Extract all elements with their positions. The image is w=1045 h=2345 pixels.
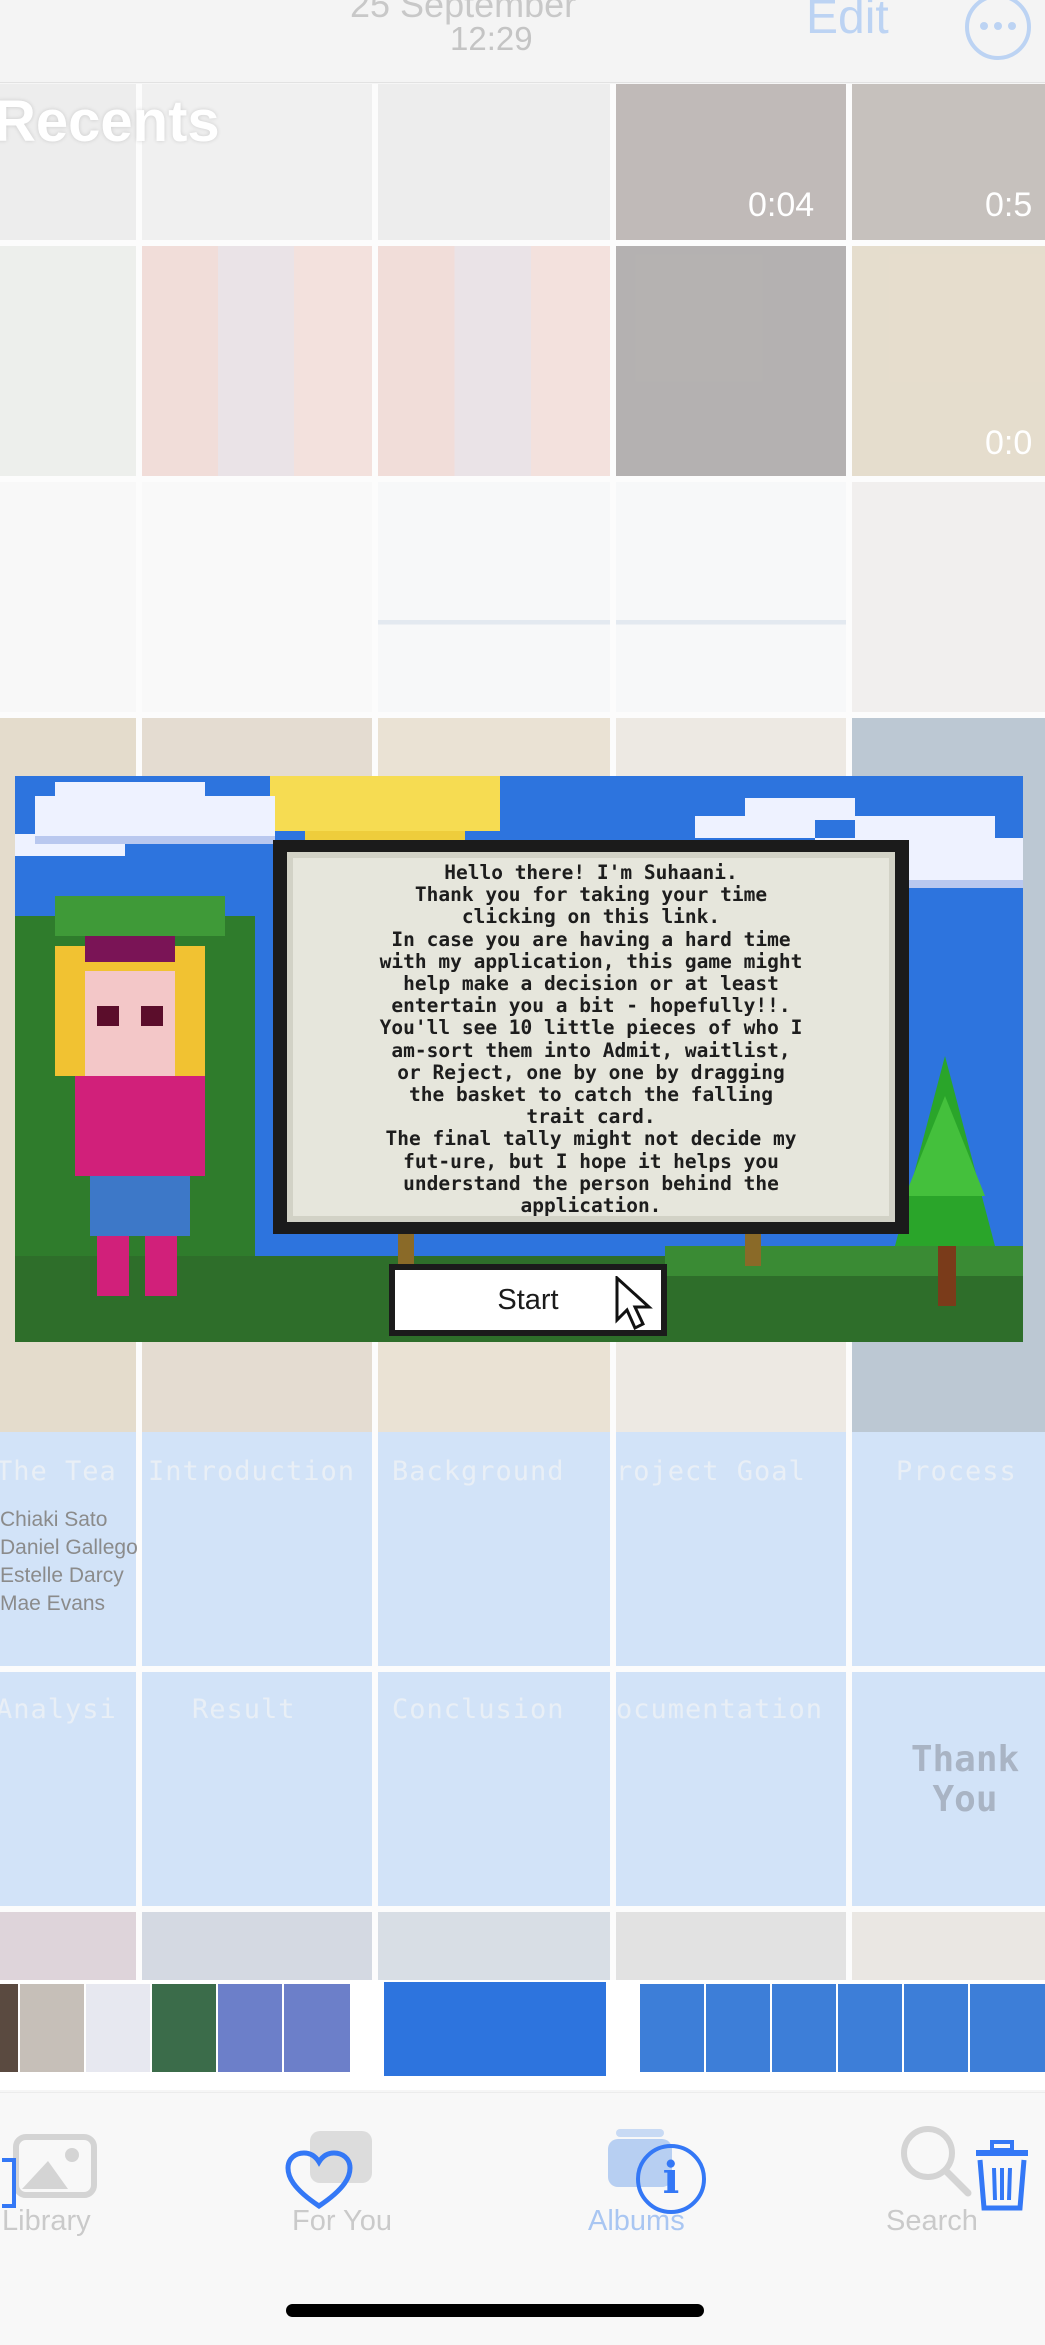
game-screenshot: Hello there! I'm Suhaani. Thank you for …: [15, 776, 1023, 1342]
filmstrip-thumbnail[interactable]: [904, 1984, 968, 2072]
slide-title: Result: [192, 1694, 296, 1725]
video-duration: 0:04: [748, 186, 815, 224]
filmstrip-thumbnail[interactable]: [640, 1984, 704, 2072]
team-list: Chiaki Sato Daniel Gallego Estelle Darcy…: [0, 1506, 138, 1618]
welcome-message: Hello there! I'm Suhaani. Thank you for …: [379, 861, 803, 1218]
filmstrip-thumbnail[interactable]: [20, 1984, 84, 2072]
team-member: Mae Evans: [0, 1592, 106, 1615]
filmstrip-thumbnail[interactable]: [970, 1984, 1045, 2072]
team-member: Chiaki Sato: [0, 1508, 108, 1531]
filmstrip-thumbnail[interactable]: [86, 1984, 150, 2072]
filmstrip-thumbnail[interactable]: [838, 1984, 902, 2072]
slide-title: ocumentation: [616, 1694, 824, 1725]
search-icon: [901, 2126, 972, 2197]
video-duration: 0:5: [985, 186, 1033, 224]
team-member: Daniel Gallego: [0, 1536, 138, 1559]
slide-title: Background: [392, 1456, 565, 1487]
slide-title: Process: [896, 1456, 1017, 1487]
video-duration: 0:0: [985, 424, 1033, 462]
filmstrip-thumbnail[interactable]: [284, 1984, 350, 2072]
thank-you-text: Thank You: [910, 1739, 1020, 1820]
slide-title: Analysi: [0, 1694, 117, 1725]
filmstrip-thumbnail[interactable]: [772, 1984, 836, 2072]
slide-title: roject Goal: [616, 1456, 806, 1487]
top-bar: 25 September 12:29 Edit: [0, 0, 1045, 83]
home-indicator: [286, 2304, 704, 2317]
photo-time: 12:29: [450, 20, 533, 57]
tab-search[interactable]: Search: [886, 2205, 978, 2238]
info-circle-icon[interactable]: i: [636, 2144, 706, 2214]
heart-icon[interactable]: [284, 2150, 354, 2212]
slide-title: Introduction: [148, 1456, 356, 1487]
cursor-icon: [615, 1276, 653, 1330]
filmstrip[interactable]: [0, 1980, 1045, 2090]
filmstrip-current-thumbnail[interactable]: [384, 1982, 606, 2076]
filmstrip-thumbnail[interactable]: [0, 1984, 18, 2072]
slide-title: The Tea: [0, 1456, 117, 1487]
filmstrip-thumbnail[interactable]: [218, 1984, 282, 2072]
section-title: Recents: [0, 89, 220, 154]
ellipsis-circle-icon[interactable]: [965, 0, 1031, 60]
trash-icon[interactable]: [970, 2140, 1034, 2212]
slide-title: Conclusion: [392, 1694, 565, 1725]
filmstrip-thumbnail[interactable]: [706, 1984, 770, 2072]
team-member: Estelle Darcy: [0, 1564, 124, 1587]
edit-button[interactable]: Edit: [806, 0, 889, 45]
filmstrip-thumbnail[interactable]: [152, 1984, 216, 2072]
share-icon[interactable]: [0, 2152, 20, 2212]
photo-icon: [13, 2134, 97, 2198]
